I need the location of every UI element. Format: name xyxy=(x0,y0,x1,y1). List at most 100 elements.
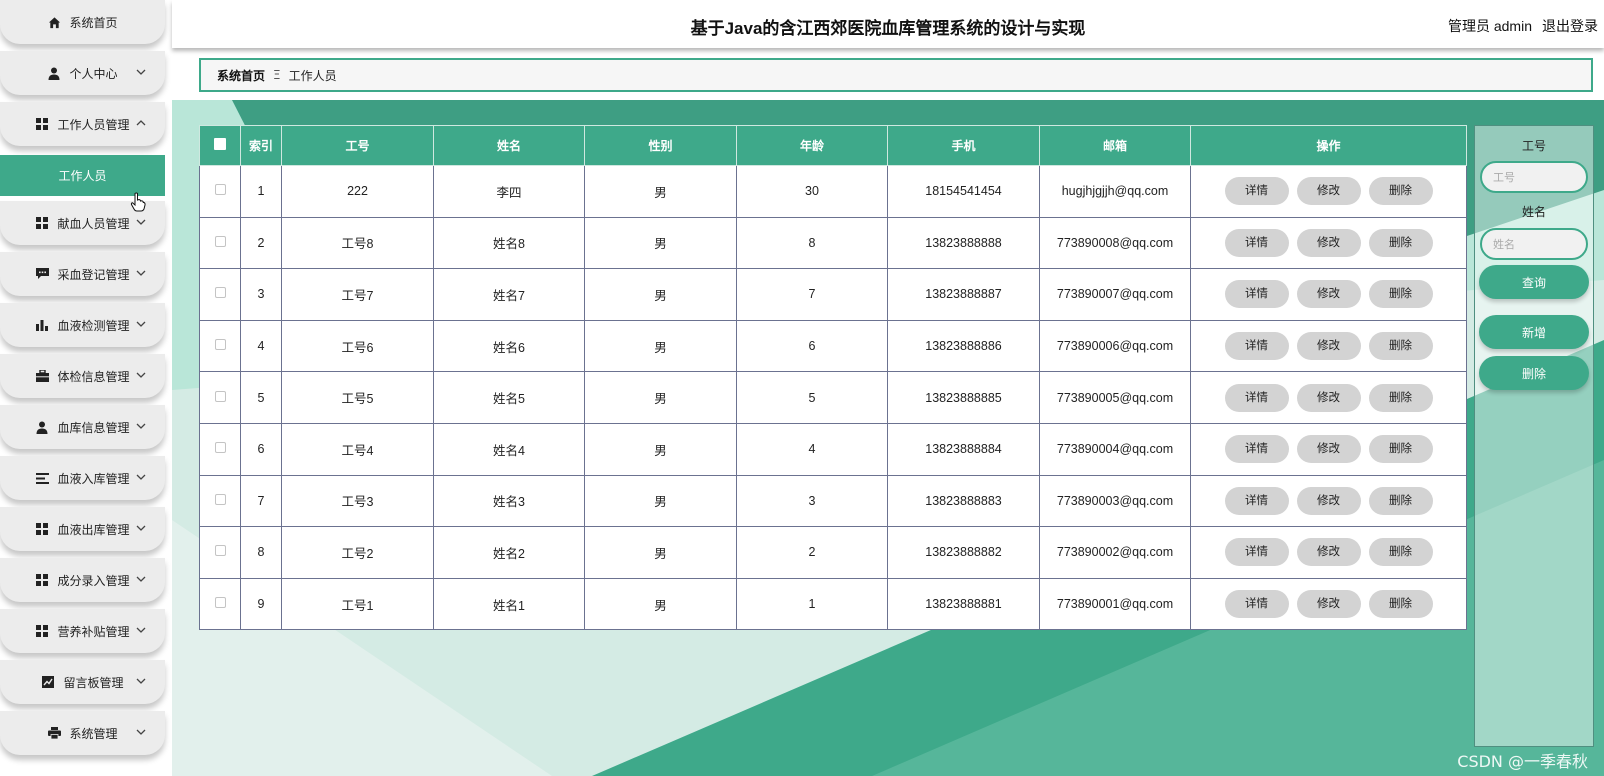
detail-button[interactable]: 详情 xyxy=(1224,486,1289,515)
edit-button[interactable]: 修改 xyxy=(1296,280,1361,309)
add-button[interactable]: 新增 xyxy=(1479,315,1589,349)
chevron-down-icon[interactable] xyxy=(135,267,147,279)
column-header-name: 姓名 xyxy=(433,125,585,166)
detail-button[interactable]: 详情 xyxy=(1224,280,1289,309)
cell-name: 姓名8 xyxy=(433,216,585,270)
chevron-up-icon[interactable] xyxy=(135,117,147,129)
table-row: 9 工号1 姓名1 男 1 13823888881 773890001@qq.com 详情 修改… xyxy=(199,577,1467,631)
row-select-cell[interactable] xyxy=(199,216,241,270)
chevron-down-icon[interactable] xyxy=(135,573,147,585)
grid-icon xyxy=(35,117,49,131)
detail-button[interactable]: 详情 xyxy=(1224,332,1289,361)
admin-user-label[interactable]: 管理员 admin xyxy=(1448,18,1532,34)
row-checkbox[interactable] xyxy=(214,287,226,299)
delete-button[interactable]: 删除 xyxy=(1368,332,1433,361)
sidebar-item-13[interactable]: 系统管理 xyxy=(0,711,165,755)
edit-button[interactable]: 修改 xyxy=(1296,590,1361,619)
detail-button[interactable]: 详情 xyxy=(1224,177,1289,206)
sidebar-item-6[interactable]: 体检信息管理 xyxy=(0,354,165,398)
name-input[interactable] xyxy=(1480,228,1588,260)
edit-button[interactable]: 修改 xyxy=(1296,435,1361,464)
row-checkbox[interactable] xyxy=(214,235,226,247)
chevron-down-icon[interactable] xyxy=(135,369,147,381)
cell-name: 姓名1 xyxy=(433,577,585,631)
sidebar-item-10[interactable]: 成分录入管理 xyxy=(0,558,165,602)
logout-link[interactable]: 退出登录 xyxy=(1542,18,1598,34)
cell-gender: 男 xyxy=(584,474,737,528)
sidebar-item-1[interactable]: 个人中心 xyxy=(0,51,165,95)
cell-actions: 详情 修改 删除 xyxy=(1190,577,1467,631)
sidebar-item-2[interactable]: 工作人员管理 xyxy=(0,102,165,146)
row-select-cell[interactable] xyxy=(199,474,241,528)
row-checkbox[interactable] xyxy=(214,597,226,609)
edit-button[interactable]: 修改 xyxy=(1296,486,1361,515)
sidebar-item-12[interactable]: 留言板管理 xyxy=(0,660,165,704)
row-checkbox[interactable] xyxy=(214,545,226,557)
select-all-header[interactable] xyxy=(199,125,241,166)
row-select-cell[interactable] xyxy=(199,268,241,321)
chevron-down-icon[interactable] xyxy=(135,420,147,432)
row-select-cell[interactable] xyxy=(199,165,241,218)
staff-table-container: 索引 工号 姓名 性别 年龄 手机 邮箱 操作 1 222 李四男 30 1815454… xyxy=(199,125,1467,631)
sidebar-subitem-staff[interactable]: 工作人员 xyxy=(0,155,165,196)
detail-button[interactable]: 详情 xyxy=(1224,435,1289,464)
delete-button[interactable]: 删除 xyxy=(1368,228,1433,257)
bar-chart-icon xyxy=(35,318,49,332)
row-select-cell[interactable] xyxy=(199,371,241,424)
column-header-phone: 手机 xyxy=(887,125,1040,166)
batch-delete-button[interactable]: 删除 xyxy=(1479,356,1589,390)
row-checkbox[interactable] xyxy=(214,442,226,454)
edit-button[interactable]: 修改 xyxy=(1296,332,1361,361)
staff-no-input[interactable] xyxy=(1480,161,1588,193)
sidebar-item-7[interactable]: 血库信息管理 xyxy=(0,405,165,449)
row-select-cell[interactable] xyxy=(199,577,241,631)
edit-button[interactable]: 修改 xyxy=(1296,383,1361,412)
select-all-checkbox[interactable] xyxy=(214,138,226,150)
chevron-down-icon[interactable] xyxy=(135,66,147,78)
detail-button[interactable]: 详情 xyxy=(1224,383,1289,412)
detail-button[interactable]: 详情 xyxy=(1224,228,1289,257)
delete-button[interactable]: 删除 xyxy=(1368,538,1433,567)
chat-icon xyxy=(35,267,49,281)
cell-email: hugjhjgjjh@qq.com xyxy=(1039,165,1191,218)
row-select-cell[interactable] xyxy=(199,319,241,373)
chevron-down-icon[interactable] xyxy=(135,471,147,483)
chevron-down-icon[interactable] xyxy=(135,675,147,687)
sidebar-item-11[interactable]: 营养补贴管理 xyxy=(0,609,165,653)
sidebar-item-label: 系统首页 xyxy=(69,15,118,30)
delete-button[interactable]: 删除 xyxy=(1368,435,1433,464)
sidebar-item-0[interactable]: 系统首页 xyxy=(0,0,165,44)
sidebar-item-9[interactable]: 血液出库管理 xyxy=(0,507,165,551)
delete-button[interactable]: 删除 xyxy=(1368,590,1433,619)
chevron-down-icon[interactable] xyxy=(135,318,147,330)
row-checkbox[interactable] xyxy=(214,339,226,351)
delete-button[interactable]: 删除 xyxy=(1368,486,1433,515)
cell-gender: 男 xyxy=(584,268,737,321)
delete-button[interactable]: 删除 xyxy=(1368,177,1433,206)
row-select-cell[interactable] xyxy=(199,526,241,579)
query-button[interactable]: 查询 xyxy=(1479,265,1589,299)
chevron-down-icon[interactable] xyxy=(135,522,147,534)
row-select-cell[interactable] xyxy=(199,422,241,476)
cell-age: 5 xyxy=(736,371,888,424)
delete-button[interactable]: 删除 xyxy=(1368,280,1433,309)
chevron-down-icon[interactable] xyxy=(135,726,147,738)
edit-button[interactable]: 修改 xyxy=(1296,228,1361,257)
row-checkbox[interactable] xyxy=(214,184,226,196)
detail-button[interactable]: 详情 xyxy=(1224,590,1289,619)
table-row: 8 工号2 姓名2 男 2 13823888882 773890002@qq.com 详情 修改… xyxy=(199,526,1467,579)
chevron-down-icon[interactable] xyxy=(135,624,147,636)
sidebar-item-8[interactable]: 血液入库管理 xyxy=(0,456,165,500)
delete-button[interactable]: 删除 xyxy=(1368,383,1433,412)
row-checkbox[interactable] xyxy=(214,493,226,505)
sidebar-item-5[interactable]: 血液检测管理 xyxy=(0,303,165,347)
detail-button[interactable]: 详情 xyxy=(1224,538,1289,567)
cell-gender: 男 xyxy=(584,422,737,476)
edit-button[interactable]: 修改 xyxy=(1296,538,1361,567)
edit-button[interactable]: 修改 xyxy=(1296,177,1361,206)
sidebar-item-label: 成分录入管理 xyxy=(57,573,130,588)
breadcrumb-home[interactable]: 系统首页 xyxy=(217,67,265,84)
row-checkbox[interactable] xyxy=(214,390,226,402)
chevron-down-icon[interactable] xyxy=(135,216,147,228)
sidebar-item-4[interactable]: 采血登记管理 xyxy=(0,252,165,296)
